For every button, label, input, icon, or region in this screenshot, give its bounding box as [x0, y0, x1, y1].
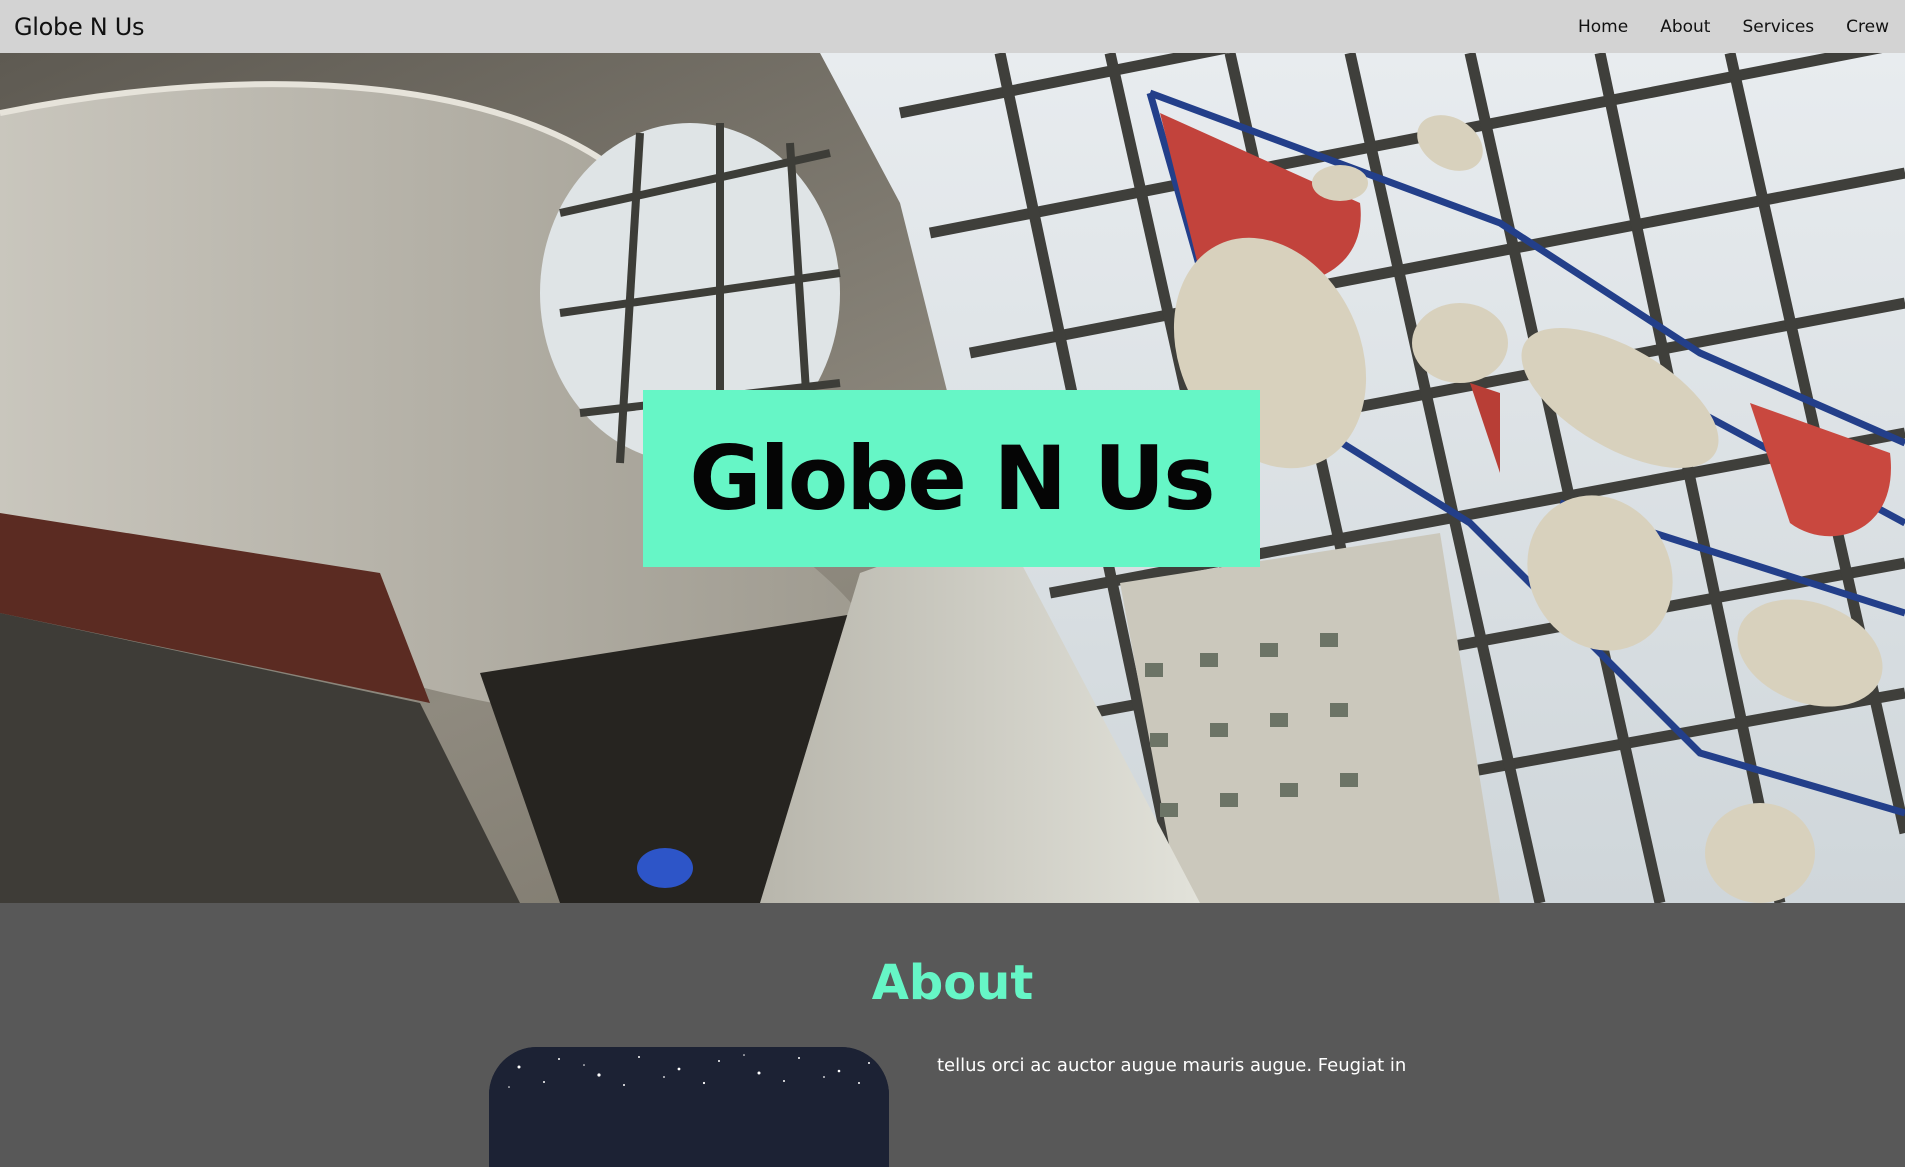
- nav-link-services[interactable]: Services: [1742, 17, 1814, 37]
- hero-section: Globe N Us: [0, 53, 1905, 903]
- about-paragraph: tellus orci ac auctor augue mauris augue…: [937, 1055, 1407, 1076]
- nav-link-about[interactable]: About: [1660, 17, 1710, 37]
- nav-links: Home About Services Crew: [1578, 17, 1889, 37]
- hero-title-box: Globe N Us: [643, 390, 1260, 567]
- about-section: About tellus orci ac auctor augue mauris…: [0, 903, 1905, 1167]
- starry-sky-icon: [489, 1047, 889, 1167]
- nav-link-crew[interactable]: Crew: [1846, 17, 1889, 37]
- nav-link-home[interactable]: Home: [1578, 17, 1628, 37]
- about-heading: About: [871, 955, 1034, 1011]
- hero-title: Globe N Us: [689, 427, 1215, 530]
- starry-sky-image: [489, 1047, 889, 1167]
- brand-logo-link[interactable]: Globe N Us: [14, 13, 145, 41]
- top-navbar: Globe N Us Home About Services Crew: [0, 0, 1905, 53]
